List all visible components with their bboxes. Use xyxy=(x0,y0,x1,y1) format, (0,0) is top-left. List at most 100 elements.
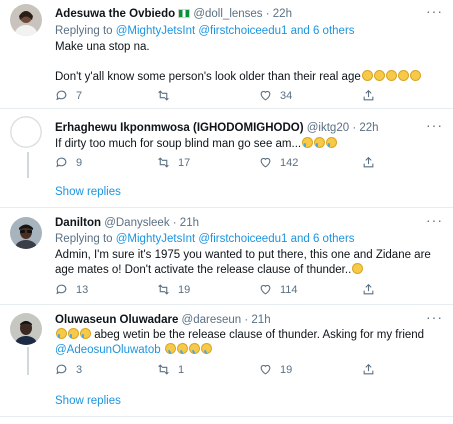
avatar[interactable] xyxy=(10,313,42,345)
more-options-icon[interactable]: ··· xyxy=(426,310,443,324)
replying-others-link[interactable]: and 6 others xyxy=(287,25,355,37)
reply-icon xyxy=(56,90,67,101)
replying-users-link[interactable]: @MightyJetsInt @firstchoiceedu1 xyxy=(116,25,288,37)
reply-button[interactable]: 7 xyxy=(55,89,82,102)
reply-count: 7 xyxy=(76,89,83,102)
tweet-actions: 7 34 xyxy=(55,89,435,105)
author-name[interactable]: Danilton xyxy=(55,217,101,229)
like-button[interactable]: 114 xyxy=(259,283,298,296)
reply-icon xyxy=(56,364,67,375)
replying-others-link[interactable]: and 6 others xyxy=(287,233,355,245)
like-count: 142 xyxy=(280,156,299,169)
share-icon xyxy=(363,156,374,168)
thread-line xyxy=(27,347,29,375)
retweet-button[interactable] xyxy=(157,89,178,102)
divider xyxy=(0,304,453,305)
tweet-header: Adesuwa the Ovbiedo @doll_lenses · 22h xyxy=(55,7,292,21)
retweet-icon xyxy=(158,284,169,295)
author-handle[interactable]: @dareseun xyxy=(182,314,242,326)
nigeria-flag-icon xyxy=(178,9,191,18)
tears-of-joy-emoji-icon xyxy=(301,137,338,150)
retweet-button[interactable]: 17 xyxy=(157,156,190,169)
rolling-eyes-emoji-icon xyxy=(351,263,364,276)
tweet-actions: 3 1 19 xyxy=(55,363,435,379)
timestamp[interactable]: · 22h xyxy=(352,122,378,134)
reply-count: 9 xyxy=(76,156,83,169)
like-count: 114 xyxy=(280,283,298,296)
tweet-header: Erhaghewu Ikponmwosa (IGHODOMIGHODO) @ik… xyxy=(55,121,379,135)
reply-count: 13 xyxy=(76,283,89,296)
author-name[interactable]: Oluwaseun Oluwadare xyxy=(55,314,178,326)
retweet-button[interactable]: 19 xyxy=(157,283,190,296)
divider xyxy=(0,108,453,109)
tweet-header: Oluwaseun Oluwadare @dareseun · 21h xyxy=(55,313,271,327)
timestamp[interactable]: · 22h xyxy=(266,8,292,20)
share-button[interactable] xyxy=(362,156,383,169)
rolling-eyes-emoji-icon xyxy=(361,70,421,83)
retweet-count: 1 xyxy=(178,363,185,376)
tweet-text: Admin, I'm sure it's 1975 you wanted to … xyxy=(55,248,450,278)
timestamp[interactable]: · 21h xyxy=(173,217,199,229)
share-button[interactable] xyxy=(362,363,383,376)
like-button[interactable]: 34 xyxy=(259,89,292,102)
like-button[interactable]: 142 xyxy=(259,156,298,169)
thread-line xyxy=(27,152,29,178)
more-options-icon[interactable]: ··· xyxy=(426,213,443,227)
replying-users-link[interactable]: @MightyJetsInt @firstchoiceedu1 xyxy=(116,233,288,245)
author-handle[interactable]: @doll_lenses xyxy=(193,8,262,20)
reply-count: 3 xyxy=(76,363,83,376)
tweet-text-line: Make una stop na. xyxy=(55,41,150,53)
divider xyxy=(0,416,453,417)
tweet-text-line: Admin, I'm sure it's 1975 you wanted to … xyxy=(55,249,431,261)
tweet-text: Make una stop na. Don't y'all know some … xyxy=(55,40,445,85)
retweet-icon xyxy=(158,364,169,375)
like-count: 19 xyxy=(280,363,293,376)
more-options-icon[interactable]: ··· xyxy=(426,4,443,18)
timestamp[interactable]: · 21h xyxy=(244,314,270,326)
tweet-text-line: abeg wetin be the release clause of thun… xyxy=(91,329,425,341)
tweet-header: Danilton @Danysleek · 21h xyxy=(55,216,199,230)
avatar[interactable] xyxy=(10,4,42,36)
rofl-emoji-icon xyxy=(162,340,214,357)
replying-to: Replying to @MightyJetsInt @firstchoicee… xyxy=(55,25,355,37)
like-button[interactable]: 19 xyxy=(259,363,292,376)
tweet-text: If dirty too much for soup blind man go … xyxy=(55,137,445,152)
divider xyxy=(0,207,453,208)
retweet-icon xyxy=(158,157,169,168)
share-icon xyxy=(363,89,374,101)
retweet-count: 17 xyxy=(178,156,191,169)
heart-icon xyxy=(260,364,271,375)
tweet-text-line: If dirty too much for soup blind man go … xyxy=(55,138,302,150)
replying-to: Replying to @MightyJetsInt @firstchoicee… xyxy=(55,233,355,245)
reply-icon xyxy=(56,157,67,168)
heart-icon xyxy=(260,157,271,168)
avatar[interactable] xyxy=(10,217,42,249)
tears-of-joy-emoji-icon xyxy=(55,328,91,341)
reply-button[interactable]: 9 xyxy=(55,156,82,169)
author-name[interactable]: Adesuwa the Ovbiedo xyxy=(55,8,175,20)
show-replies-link[interactable]: Show replies xyxy=(55,186,121,198)
retweet-count: 19 xyxy=(178,283,191,296)
author-handle[interactable]: @Danysleek xyxy=(104,217,169,229)
share-button[interactable] xyxy=(362,283,383,296)
show-replies-link[interactable]: Show replies xyxy=(55,395,121,407)
reply-button[interactable]: 3 xyxy=(55,363,82,376)
avatar[interactable] xyxy=(10,116,42,148)
share-button[interactable] xyxy=(362,89,383,102)
tweet-actions: 13 19 114 xyxy=(55,283,435,299)
mention-link[interactable]: @AdeosunOluwatob xyxy=(55,344,161,356)
share-icon xyxy=(363,363,374,375)
tweet-text: abeg wetin be the release clause of thun… xyxy=(55,328,450,358)
share-icon xyxy=(363,283,374,295)
retweet-button[interactable]: 1 xyxy=(157,363,184,376)
tweet-actions: 9 17 142 xyxy=(55,156,435,172)
heart-icon xyxy=(260,284,271,295)
heart-icon xyxy=(260,90,271,101)
more-options-icon[interactable]: ··· xyxy=(426,118,443,132)
reply-icon xyxy=(56,284,67,295)
tweet-text-line: age mates o! Don't activate the release … xyxy=(55,264,352,276)
author-name[interactable]: Erhaghewu Ikponmwosa (IGHODOMIGHODO) xyxy=(55,122,304,134)
reply-button[interactable]: 13 xyxy=(55,283,88,296)
like-count: 34 xyxy=(280,89,293,102)
author-handle[interactable]: @iktg20 xyxy=(307,122,349,134)
